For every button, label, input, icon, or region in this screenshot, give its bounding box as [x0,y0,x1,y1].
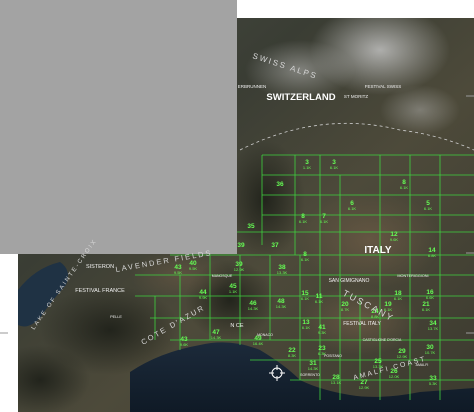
grid-cell-22[interactable]: 228.3K [288,347,297,358]
label-monaco: MONACO [257,333,273,337]
grid-cell-number: 39 [237,242,245,249]
grid-cell-value: 6.1K [301,257,310,262]
grid-cell-36[interactable]: 36 [276,181,284,188]
grid-cell-43[interactable]: 439.5K [174,264,183,275]
grid-cell-43[interactable]: 439.6K [180,336,189,347]
grid-cell-value: 1.1K [229,289,238,294]
grid-cell-18[interactable]: 186.1K [394,290,403,301]
alps-snow-3 [380,85,460,135]
grid-cell-value: 13.1K [331,380,342,385]
grid-cell-value: 9.3K [318,330,327,335]
label-st-moritz: ST MORITZ [344,94,368,99]
label-festival-swiss: FESTIVAL SWISS [365,84,402,89]
grid-cell-value: 9.6K [390,237,399,242]
grid-cell-value: 9.5K [189,266,198,271]
grid-cell-45[interactable]: 451.1K [229,283,238,294]
label-erbrunnen: ERBRUNNEN [238,84,267,89]
label-castiglione: CASTIGLIONE D'ORCIA [363,338,402,342]
unloaded-area-panel [0,0,237,254]
label-amalfi: AMALFI [416,363,429,367]
grid-cell-value: 13.3K [277,270,288,275]
grid-cell-13[interactable]: 136.1K [302,319,311,330]
grid-cell-number: 36 [276,181,284,188]
grid-cell-number: 35 [247,223,255,230]
grid-cell-value: 13.7K [428,326,439,331]
grid-cell-value: 14.3K [276,304,287,309]
grid-cell-value: 6.1K [302,325,311,330]
grid-cell-16[interactable]: 166.6K [426,289,435,300]
label-monteriggioni: MONTERIGGIONI [397,274,428,278]
grid-cell-33[interactable]: 335.3K [429,375,438,386]
grid-cell-value: 6.1K [400,185,409,190]
grid-cell-value: 6.8K [428,253,437,258]
label-pelle: PELLE [110,315,122,319]
label-nice: N CE [230,323,243,329]
grid-cell-21[interactable]: 216.1K [422,301,431,312]
grid-cell-value: 6.1K [424,206,433,211]
grid-cell-value: 1.1K [303,165,312,170]
grid-cell-value: 9.6K [180,342,189,347]
grid-cell-value: 6.1K [315,299,324,304]
grid-cell-11[interactable]: 116.1K [315,293,324,304]
grid-cell-value: 6.1K [301,296,310,301]
grid-cell-value: 12.9K [359,385,370,390]
grid-cell-value: 9.9K [199,295,208,300]
grid-cell-40[interactable]: 409.5K [189,260,198,271]
grid-cell-41[interactable]: 419.3K [318,324,327,335]
grid-cell-value: 12.9K [397,354,408,359]
label-festival-italy: FESTIVAL ITALY [343,321,381,327]
grid-cell-12[interactable]: 129.6K [390,231,399,242]
grid-cell-value: 9.5K [174,270,183,275]
label-positano: POSITANO [324,354,342,358]
grid-cell-value: 14.3K [308,366,319,371]
grid-cell-value: 16.4K [253,341,264,346]
grid-cell-number: 37 [271,242,279,249]
label-switzerland: SWITZERLAND [266,92,335,103]
unloaded-area-strip [237,0,474,18]
grid-cell-20[interactable]: 208.7K [341,301,350,312]
grid-cell-value: 8.7K [341,307,350,312]
grid-cell-value: 6.1K [348,206,357,211]
grid-cell-value: 8.3K [288,353,297,358]
grid-cell-44[interactable]: 449.9K [199,289,208,300]
grid-cell-value: 6.1K [394,296,403,301]
label-italy: ITALY [364,245,392,256]
label-festival-france: FESTIVAL FRANCE [75,288,125,294]
grid-cell-value: 6.1K [320,219,329,224]
grid-cell-value: 14.3K [211,335,222,340]
map-viewport[interactable]: 36 3 1.1K 3 6.1K 6 6.1K 5 6.1K 8 6.1K 8 6.1K 7 6.1K 35 3… [0,0,474,412]
grid-cell-value: 6.6K [426,295,435,300]
grid-cell-15[interactable]: 156.1K [301,290,310,301]
label-san-gimignano: SAN GIMIGNANO [329,278,370,284]
grid-cell-value: 12.0K [389,374,400,379]
grid-cell-value: 12.9K [234,267,245,272]
label-manosque: MANOSQUE [212,274,233,278]
grid-cell-14[interactable]: 146.8K [428,247,437,258]
grid-cell-value: 5.3K [429,381,438,386]
grid-cell-37[interactable]: 37 [271,242,279,249]
label-sisteron: SISTERON [86,264,114,270]
grid-cell-value: 10.7K [425,350,436,355]
grid-cell-value: 14.3K [248,306,259,311]
grid-cell-value: 6.1K [422,307,431,312]
grid-cell-39[interactable]: 39 [237,242,245,249]
label-sorrento: SORRENTO [300,373,320,377]
grid-cell-35[interactable]: 35 [247,223,255,230]
grid-cell-value: 6.1K [330,165,339,170]
grid-cell-value: 6.1K [299,219,308,224]
map-canvas[interactable]: 3631.1K36.1K66.1K56.1K86.1K86.1K76.1K353… [0,0,474,412]
